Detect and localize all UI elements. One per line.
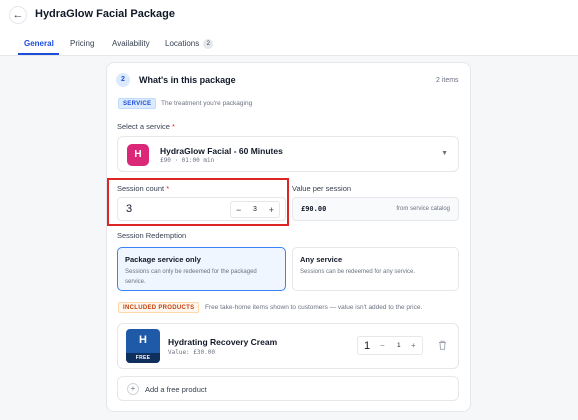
active-tab-indicator	[18, 53, 59, 55]
redeem-package-service-only[interactable]: Package service only Sessions can only b…	[117, 247, 286, 291]
product-quantity-input[interactable]: 1 − 1 +	[357, 336, 423, 355]
tab-availability[interactable]: Availability	[112, 39, 150, 48]
step-number-badge: 2	[116, 73, 130, 87]
service-tag: SERVICE	[118, 98, 157, 109]
product-value: Value: £30.00	[168, 349, 215, 356]
locations-count-badge: 2	[203, 39, 214, 49]
product-name: Hydrating Recovery Cream	[168, 337, 278, 347]
select-service-label: Select a service *	[117, 122, 175, 131]
back-button[interactable]: ←	[9, 6, 27, 24]
arrow-left-icon: ←	[12, 9, 24, 21]
tab-locations[interactable]: Locations 2	[165, 39, 214, 49]
service-meta: £90 · 01:00 min	[160, 157, 215, 164]
items-count: 2 items	[436, 77, 459, 84]
product-stepper-value: 1	[397, 342, 401, 349]
section-title: What's in this package	[139, 75, 236, 85]
product-quantity-value: 1	[364, 340, 371, 352]
product-increment-button[interactable]: +	[411, 341, 416, 350]
service-select[interactable]: H HydraGlow Facial - 60 Minutes £90 · 01…	[117, 136, 459, 172]
redemption-label: Session Redemption	[117, 231, 187, 240]
add-free-product-button[interactable]: + Add a free product	[117, 376, 459, 401]
service-hint: The treatment you're packaging	[161, 100, 253, 107]
tab-general[interactable]: General	[24, 39, 54, 48]
product-item: H FREE Hydrating Recovery Cream Value: £…	[117, 323, 459, 369]
value-per-session-amount: £90.00	[301, 205, 327, 213]
free-badge: FREE	[126, 353, 160, 363]
add-product-label: Add a free product	[145, 385, 207, 394]
product-decrement-button[interactable]: −	[380, 341, 385, 350]
value-per-session-field: £90.00 from service catalog	[292, 197, 459, 221]
service-avatar: H	[127, 144, 149, 166]
product-thumbnail: H FREE	[126, 329, 160, 363]
value-source: from service catalog	[396, 206, 450, 212]
redeem-any-service[interactable]: Any service Sessions can be redeemed for…	[292, 247, 459, 291]
session-count-highlight	[107, 178, 289, 226]
tab-pricing[interactable]: Pricing	[70, 39, 94, 48]
page-title: HydraGlow Facial Package	[35, 8, 176, 20]
tab-bar: General Pricing Availability Locations 2	[0, 30, 578, 56]
plus-icon: +	[127, 383, 139, 395]
included-products-hint: Free take-home items shown to customers …	[205, 304, 423, 311]
chevron-down-icon: ▼	[441, 150, 448, 157]
trash-icon[interactable]	[438, 340, 447, 350]
top-bar: ← HydraGlow Facial Package	[0, 0, 578, 30]
included-products-tag: INCLUDED PRODUCTS	[118, 302, 200, 313]
value-per-session-label: Value per session	[292, 184, 352, 193]
service-name: HydraGlow Facial - 60 Minutes	[160, 146, 283, 156]
